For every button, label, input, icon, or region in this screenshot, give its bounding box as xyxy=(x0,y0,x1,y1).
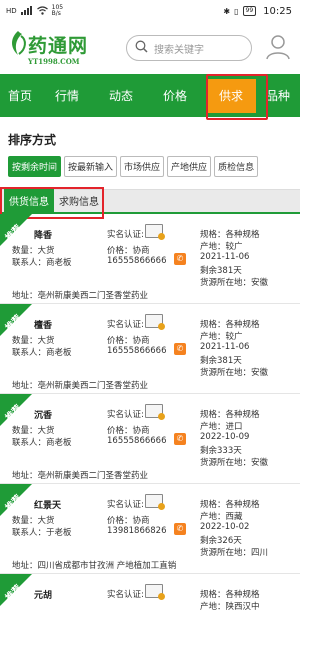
phone-icon[interactable]: ✆ xyxy=(174,523,186,535)
cert-label: 实名认证: xyxy=(107,410,144,420)
clock: 10:25 xyxy=(263,5,292,17)
verified-id-icon xyxy=(145,584,165,600)
origin: 产地：较广 xyxy=(200,242,243,252)
bluetooth-icon: ✱ xyxy=(223,6,231,16)
highlight-box xyxy=(206,74,268,120)
user-icon[interactable] xyxy=(266,34,290,63)
site-logo[interactable]: 药通网 YT1998.COM xyxy=(8,30,108,66)
search-box[interactable]: 搜索关键字 xyxy=(126,35,252,61)
logo-title: 药通网 xyxy=(28,35,89,57)
origin: 产地：陕西汉中 xyxy=(200,602,260,612)
list-item[interactable]: 推荐 沉香 实名认证: 数量：大货 价格：协商 联系人：商老板 16555866… xyxy=(0,394,300,484)
remaining-days: 剩余381天 xyxy=(200,266,242,276)
network-speed: 105 B/s xyxy=(51,4,64,17)
sort-market-supply[interactable]: 市场供应 xyxy=(120,156,165,177)
signal-icon xyxy=(20,5,33,17)
source-location: 货源所在地：安徽 xyxy=(200,368,269,378)
phone-number[interactable]: 13981866826 xyxy=(107,526,167,536)
nav-item-market[interactable]: 行情 xyxy=(40,87,94,104)
cert-label: 实名认证: xyxy=(107,590,144,600)
logo-url: YT1998.COM xyxy=(28,57,80,66)
verified-id-icon xyxy=(145,404,165,420)
list-item[interactable]: 推荐 檀香 实名认证: 数量：大货 价格：协商 联系人：商老板 16555866… xyxy=(0,304,300,394)
sort-by-latest[interactable]: 按最新输入 xyxy=(64,156,118,177)
product-name: 檀香 xyxy=(34,321,53,331)
price: 价格：协商 xyxy=(107,336,150,346)
signal-label: HD xyxy=(6,7,17,15)
origin: 产地：较广 xyxy=(200,332,243,342)
date: 2022-10-02 xyxy=(200,522,250,532)
phone-number[interactable]: 16555866666 xyxy=(107,436,167,446)
product-name: 红景天 xyxy=(34,501,62,511)
remaining-days: 剩余381天 xyxy=(200,356,242,366)
main-nav: 首页 行情 动态 价格 供求 品种 xyxy=(0,74,300,120)
verified-id-icon xyxy=(145,494,165,510)
remaining-days: 剩余326天 xyxy=(200,536,242,546)
nav-item-news[interactable]: 动态 xyxy=(94,87,148,104)
vibrate-icon: ▯ xyxy=(234,6,239,16)
sort-by-remaining-time[interactable]: 按剩余时间 xyxy=(8,156,62,177)
product-name: 沉香 xyxy=(34,411,53,421)
phone-icon[interactable]: ✆ xyxy=(174,433,186,445)
battery-level: 99 xyxy=(242,6,257,16)
sort-options: 按剩余时间 按最新输入 市场供应 产地供应 质检信息 xyxy=(0,148,300,177)
price: 价格：协商 xyxy=(107,246,150,256)
quantity: 数量：大货 xyxy=(12,336,55,346)
cert-label: 实名认证: xyxy=(107,230,144,240)
phone-icon[interactable]: ✆ xyxy=(174,343,186,355)
sort-origin-supply[interactable]: 产地供应 xyxy=(167,156,212,177)
product-name: 降香 xyxy=(34,231,53,241)
contact: 联系人：商老板 xyxy=(12,348,72,358)
search-input[interactable]: 搜索关键字 xyxy=(154,41,204,56)
phone-number[interactable]: 16555866666 xyxy=(107,256,167,266)
sort-title: 排序方式 xyxy=(8,133,57,147)
cert-label: 实名认证: xyxy=(107,320,144,330)
phone-icon[interactable]: ✆ xyxy=(174,253,186,265)
price: 价格：协商 xyxy=(107,516,150,526)
app-header: 药通网 YT1998.COM 搜索关键字 xyxy=(0,22,300,74)
nav-item-price[interactable]: 价格 xyxy=(148,87,202,104)
address: 地址：亳州新康美西二门圣香堂药业 xyxy=(12,291,149,301)
wifi-icon xyxy=(36,5,48,17)
address: 地址：亳州新康美西二门圣香堂药业 xyxy=(12,471,149,481)
nav-item-home[interactable]: 首页 xyxy=(0,87,40,104)
phone-number[interactable]: 16555866666 xyxy=(107,346,167,356)
info-tabs: 供货信息 求购信息 xyxy=(0,187,300,219)
verified-id-icon xyxy=(145,224,165,240)
quantity: 数量：大货 xyxy=(12,246,55,256)
contact: 联系人：商老板 xyxy=(12,258,72,268)
quantity: 数量：大货 xyxy=(12,426,55,436)
address: 地址：四川省成都市甘孜洲 产地植加工直销 xyxy=(12,561,177,571)
list-item[interactable]: 推荐 降香 实名认证: 数量：大货 价格：协商 联系人：商老板 16555866… xyxy=(0,214,300,304)
search-icon xyxy=(135,40,148,56)
spec: 规格：各种规格 xyxy=(200,320,260,330)
spec: 规格：各种规格 xyxy=(200,230,260,240)
date: 2021-11-06 xyxy=(200,342,250,352)
cert-label: 实名认证: xyxy=(107,500,144,510)
remaining-days: 剩余333天 xyxy=(200,446,242,456)
source-location: 货源所在地：安徽 xyxy=(200,458,269,468)
origin: 产地：进口 xyxy=(200,422,243,432)
sort-quality-info[interactable]: 质检信息 xyxy=(214,156,259,177)
list-item[interactable]: 推荐 元胡 实名认证: 规格：各种规格 产地：陕西汉中 xyxy=(0,574,300,649)
status-bar: HD 105 B/s ✱ ▯ 99 10:25 xyxy=(0,0,300,22)
spec: 规格：各种规格 xyxy=(200,410,260,420)
contact: 联系人：商老板 xyxy=(12,438,72,448)
spec: 规格：各种规格 xyxy=(200,500,260,510)
price: 价格：协商 xyxy=(107,426,150,436)
spec: 规格：各种规格 xyxy=(200,590,260,600)
leaf-logo-icon xyxy=(8,30,28,59)
quantity: 数量：大货 xyxy=(12,516,55,526)
contact: 联系人：于老板 xyxy=(12,528,72,538)
origin: 产地：西藏 xyxy=(200,512,243,522)
date: 2021-11-06 xyxy=(200,252,250,262)
list-item[interactable]: 推荐 红景天 实名认证: 数量：大货 价格：协商 联系人：于老板 1398186… xyxy=(0,484,300,574)
date: 2022-10-09 xyxy=(200,432,250,442)
product-name: 元胡 xyxy=(34,591,53,601)
listing-list: 推荐 降香 实名认证: 数量：大货 价格：协商 联系人：商老板 16555866… xyxy=(0,214,300,649)
verified-id-icon xyxy=(145,314,165,330)
source-location: 货源所在地：安徽 xyxy=(200,278,269,288)
address: 地址：亳州新康美西二门圣香堂药业 xyxy=(12,381,149,391)
source-location: 货源所在地：四川 xyxy=(200,548,269,558)
